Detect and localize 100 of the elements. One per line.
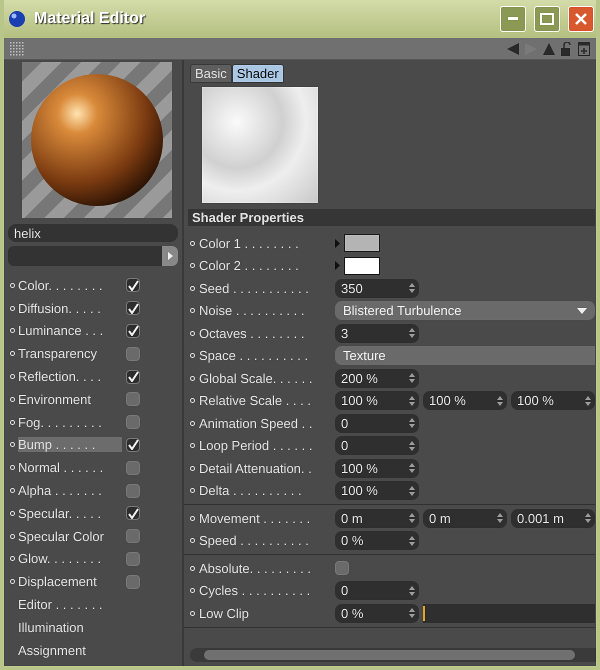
channel-item[interactable]: Color. . . . . . . . (18, 278, 122, 293)
channel-item[interactable]: Normal . . . . . . (18, 460, 122, 476)
spinner-arrows-icon[interactable] (497, 513, 503, 524)
channel-item[interactable]: Illumination (18, 620, 122, 635)
number-field[interactable]: 0 % (335, 604, 419, 623)
scroll-thumb[interactable] (204, 650, 575, 660)
spinner-arrows-icon[interactable] (409, 608, 415, 618)
minimize-button[interactable] (500, 6, 526, 32)
animation-dot-icon[interactable] (190, 263, 195, 268)
spinner-arrows-icon[interactable] (409, 440, 415, 451)
maximize-button[interactable] (534, 6, 560, 32)
animation-dot-icon[interactable] (10, 420, 15, 425)
channel-checkbox[interactable] (126, 324, 140, 338)
channel-checkbox[interactable] (126, 415, 140, 430)
animation-dot-icon[interactable] (10, 556, 15, 562)
spinner-arrows-icon[interactable] (409, 396, 415, 406)
number-field[interactable]: 0 (335, 436, 419, 456)
channel-checkbox[interactable] (126, 506, 140, 520)
number-field[interactable]: 200 % (335, 368, 419, 388)
noise-dropdown[interactable]: Blistered Turbulence (335, 301, 595, 320)
channel-checkbox[interactable] (126, 438, 140, 452)
number-field[interactable]: 350 (335, 278, 419, 298)
animation-dot-icon[interactable] (190, 376, 195, 381)
slider-track[interactable] (423, 604, 595, 623)
material-slider-bar[interactable] (8, 246, 178, 266)
tab[interactable]: Shader (232, 64, 284, 83)
channel-item[interactable]: Diffusion. . . . . (18, 300, 122, 316)
number-field[interactable]: 100 % (335, 391, 419, 410)
spinner-arrows-icon[interactable] (585, 513, 591, 524)
number-field[interactable]: 100 % (423, 391, 507, 410)
animation-dot-icon[interactable] (190, 488, 195, 494)
channel-item[interactable]: Environment (18, 392, 122, 407)
spinner-arrows-icon[interactable] (409, 418, 415, 428)
unlocked-padlock-icon[interactable] (561, 42, 572, 56)
animation-dot-icon[interactable] (10, 351, 15, 356)
channel-item[interactable]: Fog. . . . . . . . . (18, 414, 122, 430)
arrow-button[interactable] (162, 246, 178, 266)
animation-dot-icon[interactable] (190, 566, 195, 571)
animation-dot-icon[interactable] (10, 282, 15, 288)
animation-dot-icon[interactable] (190, 240, 195, 246)
color-swatch[interactable] (344, 256, 380, 275)
animation-dot-icon[interactable] (10, 306, 15, 311)
number-field[interactable]: 100 % (511, 391, 595, 410)
tab[interactable]: Basic (190, 64, 232, 83)
channel-item[interactable]: Transparency (18, 346, 122, 362)
animation-dot-icon[interactable] (190, 466, 195, 471)
new-window-icon[interactable] (578, 42, 590, 56)
channel-item[interactable]: Displacement (18, 574, 122, 590)
back-arrow-icon[interactable] (507, 42, 519, 54)
animation-dot-icon[interactable] (190, 610, 195, 616)
animation-dot-icon[interactable] (190, 398, 195, 404)
channel-checkbox[interactable] (126, 392, 140, 406)
animation-dot-icon[interactable] (10, 579, 15, 584)
spinner-arrows-icon[interactable] (409, 513, 415, 524)
color-swatch[interactable] (344, 234, 380, 252)
number-field[interactable]: 0 (335, 581, 419, 600)
animation-dot-icon[interactable] (10, 442, 15, 448)
number-field[interactable]: 3 (335, 324, 419, 343)
channel-checkbox[interactable] (126, 460, 140, 475)
spinner-arrows-icon[interactable] (409, 283, 415, 294)
spinner-arrows-icon[interactable] (409, 586, 415, 596)
animation-dot-icon[interactable] (190, 588, 195, 594)
channel-item[interactable]: Bump . . . . . . (18, 437, 122, 452)
number-field[interactable]: 0 (335, 414, 419, 433)
spinner-arrows-icon[interactable] (409, 373, 415, 384)
animation-dot-icon[interactable] (190, 538, 195, 544)
spinner-arrows-icon[interactable] (409, 328, 415, 338)
animation-dot-icon[interactable] (10, 374, 15, 380)
close-button[interactable] (568, 6, 594, 32)
channel-item[interactable]: Editor . . . . . . . (18, 597, 122, 612)
channel-checkbox[interactable] (126, 370, 140, 384)
animation-dot-icon[interactable] (10, 465, 15, 470)
space-button[interactable]: Texture (335, 346, 595, 366)
animation-dot-icon[interactable] (190, 353, 195, 358)
channel-item[interactable]: Reflection. . . . (18, 369, 122, 384)
channel-item[interactable]: Glow. . . . . . . . (18, 551, 122, 566)
channel-item[interactable]: Specular Color (18, 528, 122, 544)
number-field[interactable]: 0.001 m (511, 508, 595, 528)
channel-checkbox[interactable] (126, 529, 140, 544)
spinner-arrows-icon[interactable] (409, 463, 415, 474)
animation-dot-icon[interactable] (190, 516, 195, 521)
checkbox[interactable] (335, 561, 349, 576)
animation-dot-icon[interactable] (190, 443, 195, 448)
channel-checkbox[interactable] (126, 574, 140, 589)
channel-item[interactable]: Alpha . . . . . . . (18, 483, 122, 498)
material-name-field[interactable]: helix (8, 224, 178, 242)
spinner-arrows-icon[interactable] (409, 486, 415, 496)
number-field[interactable]: 0 % (335, 531, 419, 550)
spinner-arrows-icon[interactable] (497, 396, 503, 406)
spinner-arrows-icon[interactable] (585, 396, 591, 406)
up-arrow-icon[interactable] (543, 42, 555, 54)
spinner-arrows-icon[interactable] (409, 536, 415, 546)
animation-dot-icon[interactable] (10, 488, 15, 494)
number-field[interactable]: 0 m (335, 508, 419, 528)
animation-dot-icon[interactable] (10, 396, 15, 402)
channel-checkbox[interactable] (126, 278, 140, 292)
grip-icon[interactable] (10, 42, 24, 56)
animation-dot-icon[interactable] (10, 534, 15, 539)
channel-item[interactable]: Luminance . . . (18, 323, 122, 338)
channel-checkbox[interactable] (126, 301, 140, 316)
